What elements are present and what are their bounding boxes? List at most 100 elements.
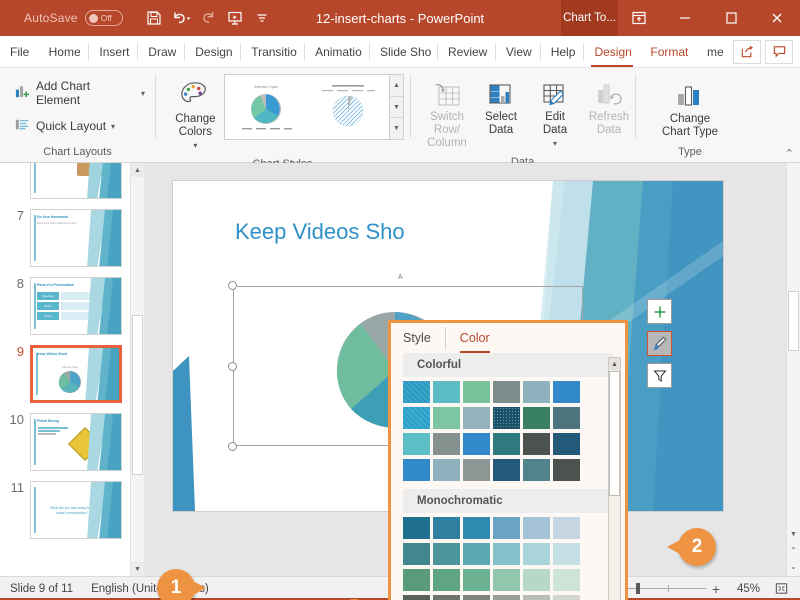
gallery-scroll-up-icon[interactable]: ▲ [389, 75, 403, 97]
color-swatch[interactable] [463, 569, 490, 591]
chart-colors-popup[interactable]: Style Color Colorful Monochromatic ▲ [388, 320, 628, 600]
start-presentation-icon[interactable] [222, 5, 248, 31]
minimize-button[interactable] [662, 0, 708, 36]
color-swatch[interactable] [463, 517, 490, 539]
scrollbar-thumb[interactable] [132, 315, 143, 475]
popup-scrollbar[interactable]: ▲ ▼ [608, 357, 621, 600]
quick-layout-button[interactable]: Quick Layout ▾ [10, 113, 119, 139]
color-swatch[interactable] [433, 595, 460, 600]
tab-style[interactable]: Style [403, 326, 446, 350]
color-swatch[interactable] [433, 459, 460, 481]
change-chart-type-button[interactable]: Change Chart Type [649, 74, 731, 141]
collapse-ribbon-button[interactable]: ⌃ [785, 147, 794, 160]
previous-slide-icon[interactable]: ⌃ [787, 544, 800, 556]
change-colors-button[interactable]: Change Colors ▾ [167, 74, 224, 154]
slide-thumbnail-11[interactable]: 11 What did you take away from today's p… [0, 481, 130, 549]
tab-color[interactable]: Color [459, 327, 502, 353]
color-swatch[interactable] [493, 433, 520, 455]
add-chart-element-button[interactable]: Add Chart Element ▾ [10, 76, 149, 110]
color-swatch[interactable] [463, 543, 490, 565]
slide-title[interactable]: Keep Videos Sho [235, 219, 405, 245]
customize-qat-icon[interactable] [249, 5, 275, 31]
refresh-data-button[interactable]: Refresh Data [582, 72, 636, 139]
resize-handle-top-left[interactable] [228, 281, 237, 290]
color-swatch[interactable] [463, 459, 490, 481]
autosave-control[interactable]: AutoSave Off [24, 10, 123, 26]
color-swatch[interactable] [553, 381, 580, 403]
tab-help[interactable]: Help [541, 36, 585, 67]
edit-data-button[interactable]: Edit Data ▾ [528, 72, 582, 152]
slide-thumbnail-6[interactable] [0, 163, 130, 209]
color-swatch[interactable] [493, 543, 520, 565]
tab-file[interactable]: File [0, 36, 39, 67]
color-swatch[interactable] [403, 407, 430, 429]
tab-insert[interactable]: Insert [89, 36, 139, 67]
tab-view[interactable]: View [496, 36, 541, 67]
color-swatch[interactable] [523, 517, 550, 539]
scrollbar-thumb[interactable] [609, 371, 620, 496]
color-swatch[interactable] [493, 459, 520, 481]
ribbon-display-options-icon[interactable] [616, 0, 662, 36]
scroll-down-icon[interactable]: ▼ [131, 562, 144, 576]
color-swatch[interactable] [433, 543, 460, 565]
canvas-scrollbar[interactable]: ▼ ⌃ ⌄ [786, 163, 800, 576]
tab-design[interactable]: Design [185, 36, 242, 67]
scroll-up-icon[interactable]: ▲ [609, 358, 620, 370]
color-swatch[interactable] [553, 543, 580, 565]
color-swatch[interactable] [523, 433, 550, 455]
tab-chart-format[interactable]: Format [640, 36, 697, 67]
color-swatch[interactable] [493, 407, 520, 429]
color-swatch[interactable] [463, 595, 490, 600]
color-swatch[interactable] [463, 433, 490, 455]
autosave-toggle[interactable]: Off [84, 10, 123, 26]
tab-animations[interactable]: Animatio [305, 36, 370, 67]
tab-chart-design[interactable]: Design [584, 36, 640, 67]
color-swatch[interactable] [463, 381, 490, 403]
gallery-expand-icon[interactable]: ▼ [390, 118, 403, 139]
color-swatch[interactable] [403, 569, 430, 591]
color-swatch[interactable] [433, 381, 460, 403]
switch-row-column-button[interactable]: Switch Row/ Column [420, 72, 474, 152]
color-swatch[interactable] [493, 595, 520, 600]
slide-thumbnail-9[interactable]: 9 Keep Videos Short Attention Span [0, 345, 130, 413]
chart-styles-gallery-scroll[interactable]: ▲ ▼ ▼ [389, 74, 404, 140]
color-swatch[interactable] [553, 433, 580, 455]
gallery-scroll-down-icon[interactable]: ▼ [389, 97, 403, 119]
tab-home[interactable]: Home [39, 36, 90, 67]
color-swatch[interactable] [553, 407, 580, 429]
resize-handle-middle-left[interactable] [228, 361, 237, 371]
color-swatch[interactable] [523, 569, 550, 591]
color-swatch[interactable] [523, 543, 550, 565]
resize-handle-bottom-left[interactable] [228, 442, 237, 451]
tab-slide-show[interactable]: Slide Sho [370, 36, 438, 67]
next-slide-icon[interactable]: ⌄ [787, 560, 800, 572]
color-swatch[interactable] [403, 433, 430, 455]
color-swatch[interactable] [493, 381, 520, 403]
color-swatch[interactable] [403, 517, 430, 539]
slide-thumbnail-7[interactable]: 7 Do Your Homework Know your topic, audi… [0, 209, 130, 277]
scroll-up-icon[interactable]: ▲ [131, 163, 144, 177]
redo-icon[interactable] [195, 5, 221, 31]
save-icon[interactable] [141, 5, 167, 31]
zoom-level-label[interactable]: 45% [726, 583, 760, 595]
tab-transitions[interactable]: Transitio [241, 36, 305, 67]
color-swatch[interactable] [523, 595, 550, 600]
tab-draw[interactable]: Draw [138, 36, 186, 67]
tab-review[interactable]: Review [438, 36, 496, 67]
color-swatch[interactable] [553, 459, 580, 481]
zoom-slider-knob[interactable] [635, 583, 640, 594]
color-swatch[interactable] [523, 407, 550, 429]
slide-thumbnail-8[interactable]: 8 Parts of a Presentation Opening Body C… [0, 277, 130, 345]
fit-slide-to-window-button[interactable] [766, 578, 796, 600]
select-data-button[interactable]: Select Data [474, 72, 528, 139]
slide-thumbnail-10[interactable]: 10 Finish Strong [0, 413, 130, 481]
color-swatch[interactable] [553, 569, 580, 591]
color-swatch[interactable] [493, 569, 520, 591]
thumbnail-scrollbar[interactable]: ▲ ▼ [130, 163, 144, 576]
color-swatch[interactable] [553, 595, 580, 600]
comments-icon[interactable] [765, 39, 794, 64]
tab-tell-me[interactable]: me [697, 36, 733, 67]
color-swatch[interactable] [523, 459, 550, 481]
undo-icon[interactable] [168, 5, 194, 31]
slide-indicator[interactable]: Slide 9 of 11 [0, 583, 83, 595]
